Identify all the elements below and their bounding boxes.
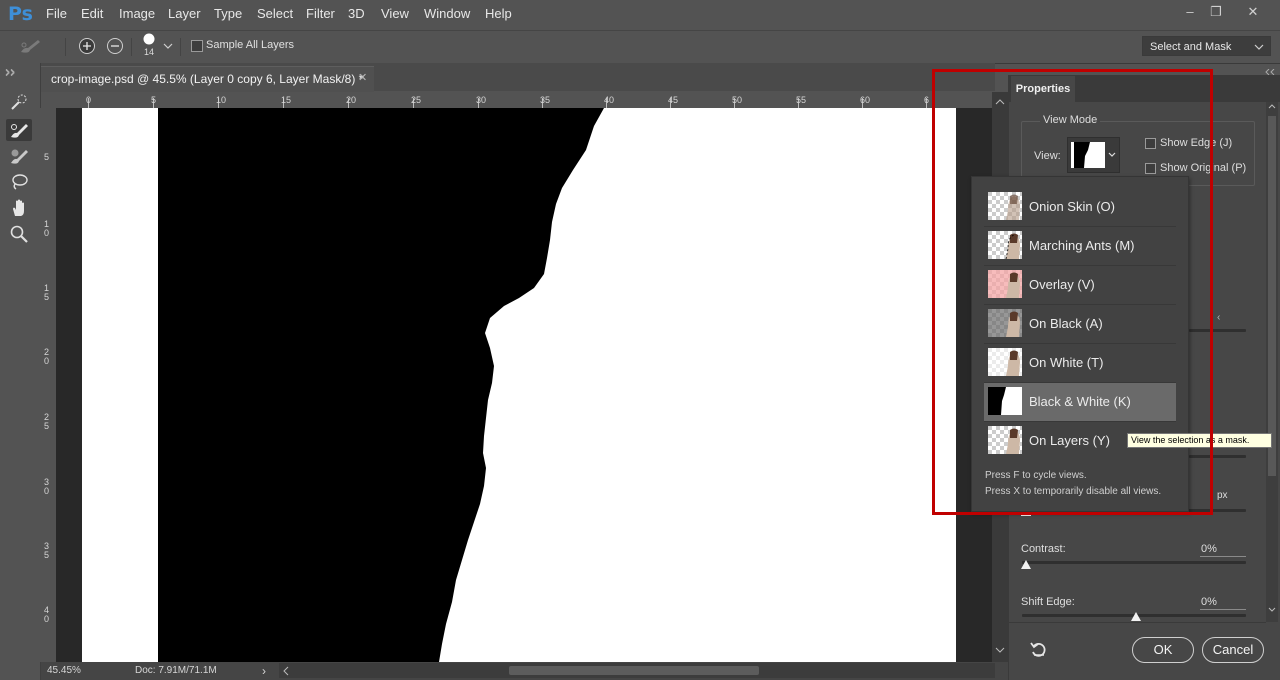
contrast-label: Contrast: (1021, 543, 1066, 555)
refine-brush-icon[interactable] (18, 37, 42, 55)
menu-edit[interactable]: Edit (81, 6, 103, 21)
cancel-button[interactable]: Cancel (1202, 637, 1264, 663)
quick-selection-tool-icon[interactable] (6, 91, 32, 113)
menu-image[interactable]: Image (119, 6, 155, 21)
contrast-slider-track[interactable] (1022, 561, 1246, 564)
refine-edge-brush-tool-icon[interactable] (6, 119, 32, 141)
zoom-level[interactable]: 45.45% (47, 665, 81, 676)
workspace-select-value: Select and Mask (1150, 41, 1232, 53)
ruler-label: 50 (732, 95, 743, 105)
ruler-label: 6 (924, 95, 930, 105)
status-bar: 45.45% Doc: 7.91M/71.1M › (41, 662, 1008, 680)
contrast-value[interactable]: 0% (1201, 543, 1217, 555)
sample-all-layers-label: Sample All Layers (206, 39, 295, 51)
ruler-label: 1 5 (44, 283, 50, 302)
lasso-tool-icon[interactable] (6, 171, 32, 193)
document-tab-close-icon[interactable]: ✕ (358, 71, 367, 84)
brush-tool-icon[interactable] (6, 145, 32, 167)
contrast-underline (1200, 556, 1246, 557)
panel-collapse-icon[interactable] (1265, 64, 1277, 76)
canvas-horizontal-scrollbar[interactable] (279, 663, 995, 678)
hand-tool-icon[interactable] (6, 197, 32, 219)
ruler-label: 30 (476, 95, 487, 105)
menu-window[interactable]: Window (424, 6, 470, 21)
brush-preview-icon[interactable] (142, 32, 156, 46)
shift-edge-label: Shift Edge: (1021, 596, 1075, 608)
shift-edge-underline (1200, 609, 1246, 610)
mask-preview-image (82, 108, 956, 662)
menu-view[interactable]: View (381, 6, 409, 21)
ruler-label: 5 (44, 152, 50, 162)
menu-filter[interactable]: Filter (306, 6, 335, 21)
ruler-label: 2 0 (44, 347, 50, 366)
menu-file[interactable]: File (46, 6, 67, 21)
ruler-label: 1 0 (44, 219, 50, 238)
chevron-down-icon (1254, 44, 1264, 50)
menu-type[interactable]: Type (214, 6, 242, 21)
subtract-from-selection-icon[interactable] (106, 37, 124, 55)
ruler-label: 25 (411, 95, 422, 105)
panel-divider (1008, 622, 1266, 623)
scrollbar-thumb[interactable] (509, 666, 759, 675)
ruler-label: 0 (86, 95, 92, 105)
doc-size: Doc: 7.91M/71.1M (135, 665, 217, 676)
reset-icon[interactable] (1029, 640, 1049, 660)
menu-help[interactable]: Help (485, 6, 512, 21)
menu-layer[interactable]: Layer (168, 6, 201, 21)
menu-3d[interactable]: 3D (348, 6, 365, 21)
workspace-select[interactable]: Select and Mask (1142, 36, 1271, 56)
minimize-button[interactable]: ‒ (1177, 3, 1203, 21)
shift-edge-slider-thumb[interactable] (1131, 612, 1141, 621)
slider-edge-glyph: ‹ (1217, 312, 1221, 323)
sample-all-layers-checkbox[interactable] (191, 40, 203, 52)
ruler-label: 35 (540, 95, 551, 105)
ruler-vertical: 5 1 0 1 5 2 0 2 5 3 0 3 5 4 0 (40, 108, 57, 662)
ruler-label: 55 (796, 95, 807, 105)
ruler-label: 45 (668, 95, 679, 105)
ruler-label: 15 (281, 95, 292, 105)
contrast-slider-thumb[interactable] (1021, 560, 1031, 569)
document-tab-title: crop-image.psd @ 45.5% (Layer 0 copy 6, … (51, 72, 364, 86)
panel-collapse-icon[interactable] (5, 64, 17, 76)
ruler-label: 20 (346, 95, 357, 105)
toolbar (0, 63, 41, 680)
ruler-label: 2 5 (44, 412, 50, 431)
menu-select[interactable]: Select (257, 6, 293, 21)
status-menu-arrow-icon[interactable]: › (262, 664, 266, 678)
panel-scrollbar[interactable] (1266, 102, 1278, 622)
ruler-label: 5 (151, 95, 157, 105)
shift-edge-value[interactable]: 0% (1201, 596, 1217, 608)
feather-unit: px (1217, 490, 1228, 501)
ruler-label: 4 0 (44, 605, 50, 624)
ok-button[interactable]: OK (1132, 637, 1194, 663)
scrollbar-thumb[interactable] (1268, 116, 1276, 476)
ruler-label: 60 (860, 95, 871, 105)
ruler-label: 3 5 (44, 541, 50, 560)
ruler-label: 10 (216, 95, 227, 105)
close-window-button[interactable]: ✕ (1240, 3, 1266, 21)
add-to-selection-icon[interactable] (78, 37, 96, 55)
chevron-down-icon[interactable] (162, 40, 174, 50)
zoom-tool-icon[interactable] (6, 223, 32, 245)
brush-size: 14 (144, 47, 155, 57)
ruler-horizontal: 0 5 10 15 20 25 30 35 40 45 50 55 60 6 (56, 92, 992, 109)
photoshop-logo: Ps (8, 3, 33, 25)
ruler-label: 3 0 (44, 477, 50, 496)
canvas-area[interactable] (56, 108, 992, 662)
restore-button[interactable]: ❐ (1203, 3, 1229, 21)
ruler-label: 40 (604, 95, 615, 105)
highlight-box (932, 69, 1213, 515)
